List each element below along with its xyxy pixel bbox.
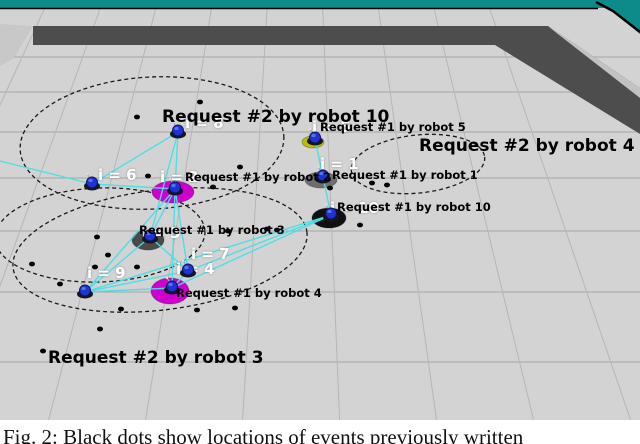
ceiling-bar [0, 0, 640, 8]
robot [74, 280, 96, 302]
request-label: Request #1 by robot 1 [332, 169, 478, 182]
request-label: Request #1 by robot 5 [320, 121, 466, 134]
event-dot [105, 253, 111, 258]
robot [81, 172, 103, 194]
event-dot [134, 265, 140, 270]
event-dot [237, 165, 243, 170]
event-dot [357, 223, 363, 228]
event-dot [94, 235, 100, 240]
event-dot [40, 349, 46, 354]
sim-view: i = 8i = 6i = 2i = 5i = 1i = 10i = 3i = … [0, 0, 640, 444]
request-label: Request #1 by robot 4 [176, 287, 322, 300]
robot-glyph [81, 172, 103, 194]
event-dot [384, 183, 390, 188]
event-dot [210, 185, 216, 190]
request-label: Request #2 by robot 3 [48, 349, 264, 368]
event-dot [29, 262, 35, 267]
figure-caption: Fig. 2: Black dots show locations of eve… [3, 425, 640, 444]
request-label: Request #2 by robot 4 [419, 137, 635, 156]
request-label: Request #1 by robot 2 [185, 171, 331, 184]
request-label: Request #1 by robot 3 [139, 224, 285, 237]
robot-id-label: i = 9 [87, 266, 126, 281]
robot-glyph [74, 280, 96, 302]
request-label: Request #1 by robot 10 [337, 201, 491, 214]
robot-id-label: i = 6 [98, 168, 137, 183]
event-dot [134, 115, 140, 120]
event-dot [145, 174, 151, 179]
robot-glyph [164, 177, 186, 199]
robot [164, 177, 186, 199]
event-dot [232, 306, 238, 311]
event-dot [118, 307, 124, 312]
paper-figure: i = 8i = 6i = 2i = 5i = 1i = 10i = 3i = … [0, 0, 640, 444]
event-dot [197, 100, 203, 105]
event-dot [97, 327, 103, 332]
event-dot [194, 308, 200, 313]
event-dot [57, 282, 63, 287]
